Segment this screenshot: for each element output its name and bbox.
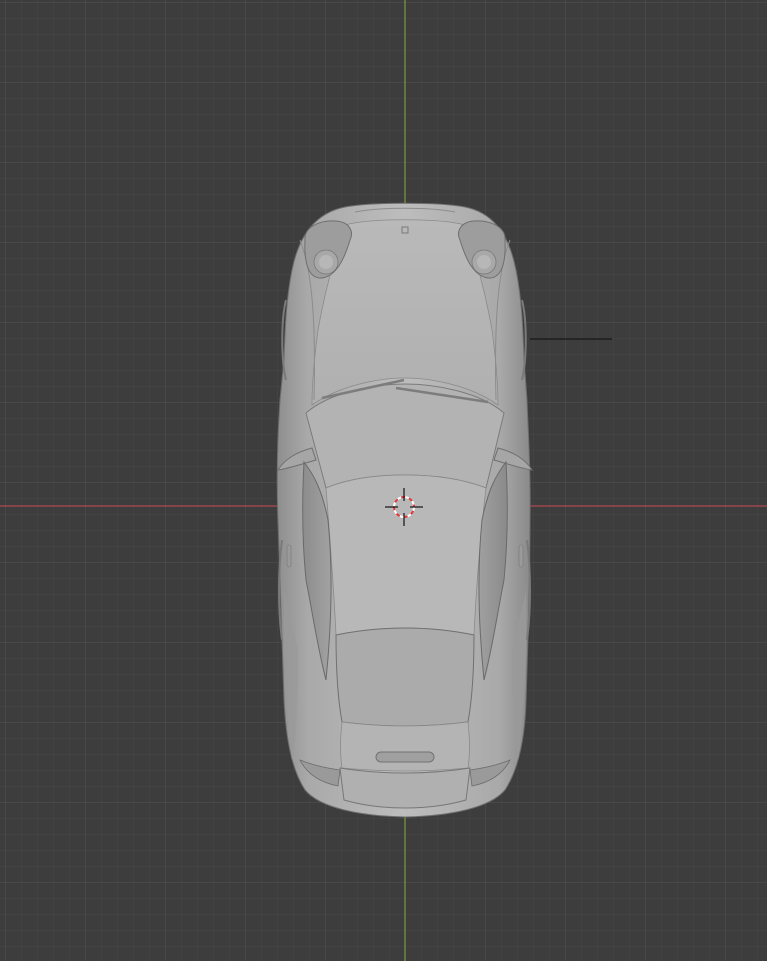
- rear-spoiler-vent: [375, 751, 435, 763]
- rear-window: [335, 627, 475, 727]
- viewport-canvas[interactable]: [0, 0, 767, 961]
- left-door-handle: [286, 544, 292, 568]
- 3d-viewport[interactable]: [0, 0, 767, 961]
- rear-deck: [340, 721, 470, 772]
- right-door-handle: [518, 544, 524, 568]
- roof: [325, 474, 487, 636]
- rear-bumper: [339, 767, 471, 809]
- car-model[interactable]: [276, 202, 533, 818]
